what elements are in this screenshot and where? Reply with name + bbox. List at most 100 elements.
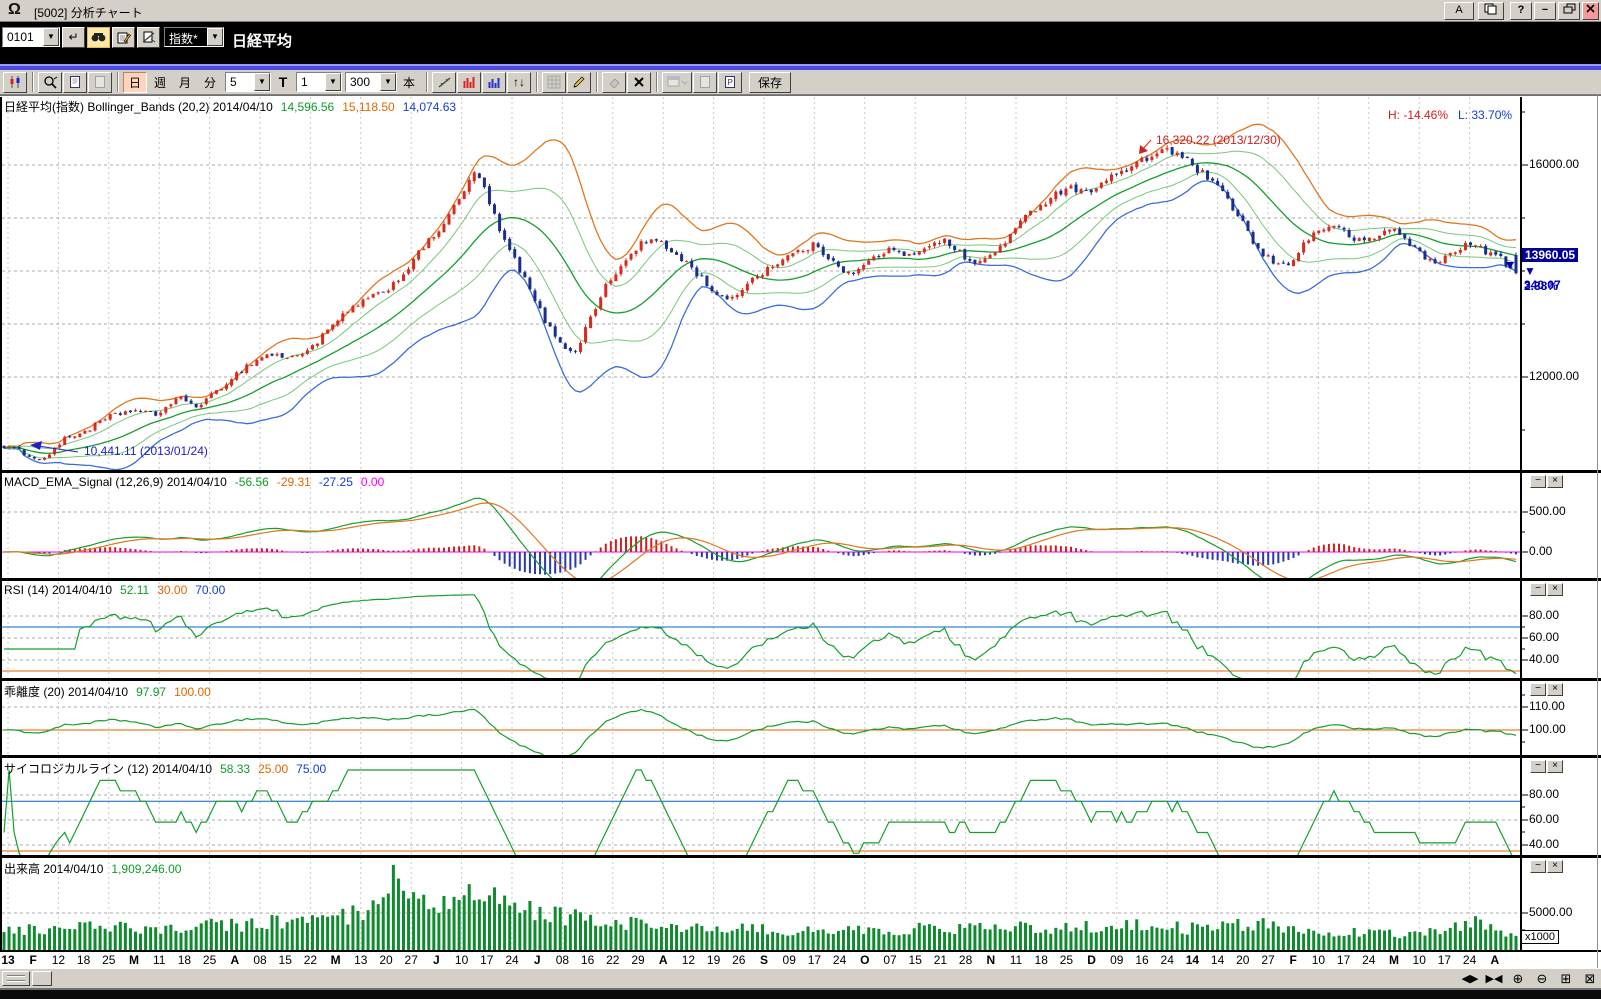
chevron-down-icon[interactable]: ▼ [380,73,396,91]
divider [596,72,598,92]
scroll-left-right-button[interactable]: ◀▶ [1460,970,1480,987]
collapse-button[interactable]: ▶◀ [1484,970,1504,987]
horizontal-scrollbar[interactable]: ◀▶ ▶◀ ⊕ ⊖ ⊞ ⊠ [0,968,1601,988]
search-button[interactable] [87,27,110,48]
svg-text:25: 25 [102,953,116,967]
chevron-down-icon[interactable]: ▼ [254,73,270,91]
symbol-code-value: 0101 [3,28,43,46]
interval-value: 5 [226,73,254,91]
notepad-pencil-icon [117,31,131,44]
volume-unit-box: x1000 [1521,930,1559,944]
draw-pencil-button[interactable] [567,72,591,93]
svg-text:16: 16 [1135,953,1149,967]
period-day-button[interactable]: 日 [123,72,147,93]
blue-histogram-icon [487,75,501,89]
enter-button[interactable]: ↵ [62,27,85,48]
divider [536,72,538,92]
svg-text:11: 11 [153,953,166,967]
svg-text:18: 18 [1035,953,1049,967]
scrollbar-grip[interactable] [2,971,30,986]
y-axis-label: 40.00 [1529,652,1559,666]
volume-minimize-button[interactable]: − [1530,860,1546,873]
zoom-in-button[interactable]: ⊕ [1508,970,1528,987]
close-chart-button[interactable]: ⊠ [1580,970,1600,987]
help-button[interactable]: ? [1510,2,1532,20]
chevron-down-icon[interactable]: ▼ [43,28,59,46]
bars-combo[interactable]: 300 ▼ [345,72,397,92]
page-icon [69,75,81,89]
layout-button[interactable] [662,72,692,93]
svg-text:20: 20 [1236,953,1250,967]
y-axis-label: 110.00 [1529,699,1565,713]
copy-window-button[interactable] [1478,2,1504,20]
svg-text:10: 10 [1413,953,1427,967]
svg-text:08: 08 [556,953,570,967]
edit-list-button[interactable] [112,27,135,48]
low-pct-label: L: 33.70% [1458,108,1512,122]
rsi-pane-title: RSI (14) 2014/04/10 [4,583,112,597]
svg-text:D: D [1087,953,1096,967]
candle-chart-button[interactable] [3,72,27,93]
red-histogram-button[interactable] [457,72,481,93]
trendline-tool-button[interactable] [432,72,456,93]
page-back-button[interactable] [88,72,112,93]
interval-combo[interactable]: 5 ▼ [225,72,271,92]
svg-text:07: 07 [883,953,897,967]
chart-canvas[interactable]: 13F121825M111825A081522M132027J101724J08… [0,0,1601,999]
chevron-down-icon[interactable]: ▼ [207,28,223,46]
svg-text:24: 24 [1161,953,1175,967]
clear-button[interactable] [137,27,160,48]
psych-minimize-button[interactable]: − [1530,760,1546,773]
grid-button[interactable] [542,72,566,93]
svg-text:A: A [230,953,239,967]
volume-close-button[interactable]: × [1547,860,1563,873]
eraser-button[interactable] [602,72,626,93]
t-tool-button[interactable]: T [271,72,295,93]
minimize-button[interactable]: − [1534,2,1556,20]
zoom-out-button[interactable]: ⊖ [1532,970,1552,987]
rsi-minimize-button[interactable]: − [1530,583,1546,596]
svg-text:24: 24 [1362,953,1376,967]
font-button[interactable]: A [1444,2,1474,20]
window-layout-icon [667,75,687,89]
category-combo[interactable]: 指数* ▼ [164,27,224,47]
sort-arrows-button[interactable]: ↑↓ [507,72,531,93]
save-page-button[interactable] [693,72,717,93]
binoculars-icon [91,32,106,43]
psych-close-button[interactable]: × [1547,760,1563,773]
y-axis-label: 60.00 [1529,630,1559,644]
svg-text:17: 17 [808,953,822,967]
rsi-close-button[interactable]: × [1547,583,1563,596]
macd-minimize-button[interactable]: − [1530,475,1546,488]
blue-histogram-button[interactable] [482,72,506,93]
y-axis-label: 12000.00 [1529,369,1579,383]
svg-text:17: 17 [480,953,494,967]
load-page-button[interactable]: P [718,72,742,93]
svg-text:18: 18 [178,953,192,967]
kairi-minimize-button[interactable]: − [1530,683,1546,696]
delete-all-button[interactable] [627,72,651,93]
restore-button[interactable] [1558,2,1580,20]
period-week-button[interactable]: 週 [148,72,172,93]
chevron-down-icon[interactable]: ▼ [325,73,341,91]
period-month-button[interactable]: 月 [173,72,197,93]
grid-toggle-button[interactable]: ⊞ [1556,970,1576,987]
count-combo[interactable]: 1 ▼ [296,72,342,92]
title-bar: Ω [5002] 分析チャート A ? − [0,0,1601,22]
macd-signal-value: -27.25 [319,475,353,489]
close-button[interactable] [1582,2,1599,20]
kairi-close-button[interactable]: × [1547,683,1563,696]
scrollbar-thumb[interactable] [32,971,52,986]
zoom-tool-button[interactable] [38,72,62,93]
high-pct-label: H: -14.46% [1388,108,1448,122]
symbol-code-combo[interactable]: 0101 ▼ [2,27,60,47]
macd-close-button[interactable]: × [1547,475,1563,488]
save-button[interactable]: 保存 [749,72,791,93]
svg-text:24: 24 [1463,953,1477,967]
new-page-button[interactable] [63,72,87,93]
svg-text:N: N [986,953,995,967]
svg-text:J: J [433,953,440,967]
period-minute-button[interactable]: 分 [198,72,222,93]
app-logo-icon: Ω [8,1,21,19]
svg-text:12: 12 [682,953,696,967]
